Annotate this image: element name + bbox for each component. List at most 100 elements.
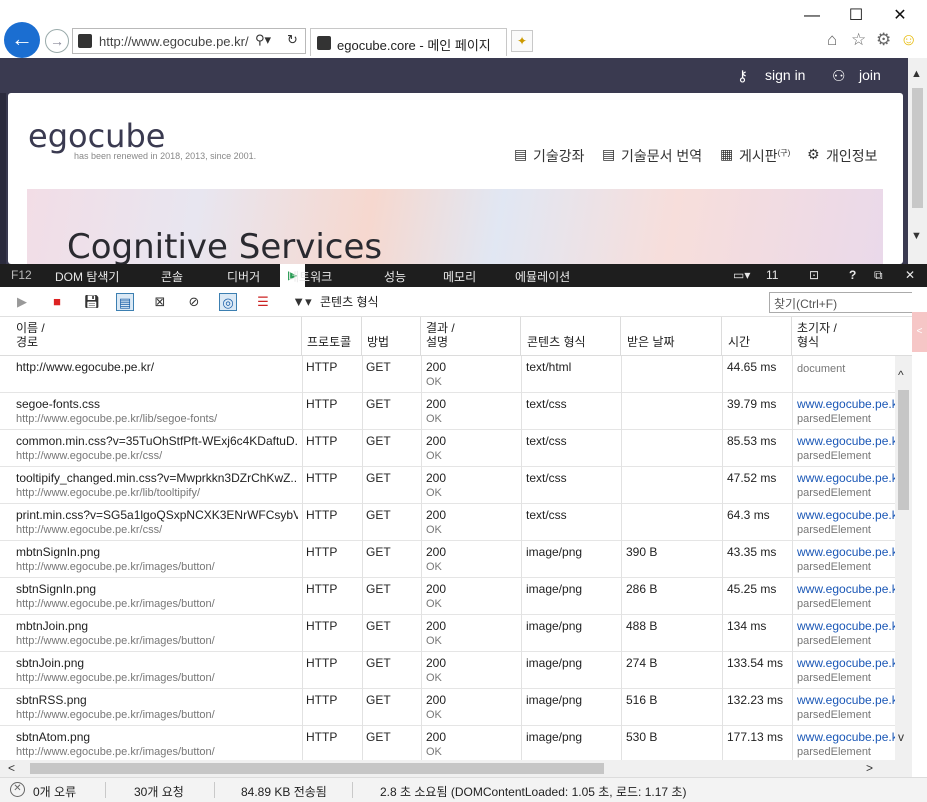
- column-divider: [421, 430, 422, 467]
- cell-initiator[interactable]: www.egocube.pe.k: [797, 508, 895, 522]
- tab-debugger[interactable]: 디버거: [227, 268, 260, 285]
- scroll-up-icon[interactable]: ▲: [911, 68, 922, 80]
- content-type-filter[interactable]: 콘텐츠 형식: [320, 293, 379, 310]
- browser-tab[interactable]: egocube.core - 메인 페이지: [310, 28, 507, 56]
- column-header-received[interactable]: 받은 날짜: [621, 317, 722, 356]
- console-toggle-icon[interactable]: ⊡: [809, 268, 819, 282]
- cell-initiator[interactable]: www.egocube.pe.k: [797, 619, 895, 633]
- table-row[interactable]: segoe-fonts.css http://www.egocube.pe.kr/…: [0, 393, 895, 430]
- cell-initiator[interactable]: www.egocube.pe.k: [797, 730, 895, 744]
- page-scrollbar[interactable]: ▲ ▼: [908, 58, 927, 264]
- table-row[interactable]: sbtnRSS.png http://www.egocube.pe.kr/imag…: [0, 689, 895, 726]
- tab-network[interactable]: 네트워크 ▶: [280, 264, 332, 287]
- list-scroll-up-icon[interactable]: ^: [898, 368, 904, 382]
- list-scroll-thumb[interactable]: [898, 390, 909, 510]
- table-row[interactable]: sbtnJoin.png http://www.egocube.pe.kr/ima…: [0, 652, 895, 689]
- table-row[interactable]: common.min.css?v=35TuOhStfPft-WExj6c4KDa…: [0, 430, 895, 467]
- table-row[interactable]: mbtnJoin.png http://www.egocube.pe.kr/ima…: [0, 615, 895, 652]
- help-icon[interactable]: ?: [849, 268, 856, 282]
- tab-emulation[interactable]: 에뮬레이션: [515, 268, 570, 285]
- menu-item-translations[interactable]: 기술문서 번역: [621, 146, 702, 166]
- column-header-protocol[interactable]: 프로토콜: [302, 317, 362, 356]
- column-divider: [302, 578, 303, 615]
- cell-initiator[interactable]: www.egocube.pe.k: [797, 434, 895, 448]
- tab-performance[interactable]: 성능: [384, 268, 406, 285]
- cell-initiator[interactable]: www.egocube.pe.k: [797, 471, 895, 485]
- emulation-device-icon[interactable]: ▭▾: [733, 268, 750, 282]
- address-bar[interactable]: http://www.egocube.pe.kr/ ⚲▾ ↻: [72, 28, 306, 54]
- table-row[interactable]: tooltipify_changed.min.css?v=Mwprkkn3DZr…: [0, 467, 895, 504]
- feedback-smiley-icon[interactable]: ☺: [900, 30, 917, 50]
- cell-desc: OK: [426, 598, 442, 610]
- clear-entries-icon[interactable]: ⊠: [151, 293, 169, 311]
- menu-item-board[interactable]: 게시판(구): [739, 146, 790, 166]
- signin-link[interactable]: sign in: [765, 67, 805, 83]
- find-input[interactable]: 찾기(Ctrl+F): [769, 292, 919, 313]
- always-refresh-icon[interactable]: ▤: [116, 293, 134, 311]
- join-link[interactable]: join: [859, 67, 881, 83]
- search-dropdown-icon[interactable]: ⚲▾: [255, 32, 271, 48]
- site-logo[interactable]: egocube: [28, 117, 165, 155]
- cell-protocol: HTTP: [306, 471, 338, 485]
- menu-item-tutorials[interactable]: 기술강좌: [533, 146, 585, 166]
- stop-profiling-icon[interactable]: ■: [48, 293, 66, 311]
- column-header-content-type[interactable]: 콘텐츠 형식: [521, 317, 621, 356]
- column-header-initiator[interactable]: 초기자 / 형식: [792, 317, 912, 356]
- column-header-name[interactable]: 이름 / 경로: [0, 317, 302, 356]
- address-url[interactable]: http://www.egocube.pe.kr/: [99, 34, 249, 49]
- horizontal-scrollbar[interactable]: < >: [0, 760, 912, 777]
- column-divider: [421, 578, 422, 615]
- cell-initiator[interactable]: www.egocube.pe.k: [797, 545, 895, 559]
- column-header-time[interactable]: 시간: [722, 317, 792, 356]
- settings-gear-icon[interactable]: ⚙: [876, 30, 891, 50]
- home-icon[interactable]: ⌂: [827, 30, 837, 50]
- devtools-tabbar: F12 DOM 탐색기 콘솔 디버거 네트워크 ▶ 성능 메모리 에뮬레이션 ▭…: [0, 264, 927, 287]
- scroll-down-icon[interactable]: ▼: [911, 230, 922, 242]
- column-header-method[interactable]: 방법: [362, 317, 421, 356]
- back-button[interactable]: ←: [4, 22, 40, 58]
- list-scroll-down-icon[interactable]: v: [898, 730, 904, 744]
- tab-memory[interactable]: 메모리: [443, 268, 476, 285]
- disable-cache-icon[interactable]: ◎: [219, 293, 237, 311]
- column-header-result[interactable]: 결과 / 설명: [421, 317, 521, 356]
- hero-banner[interactable]: Cognitive Services: [27, 189, 883, 267]
- tab-dom-explorer[interactable]: DOM 탐색기: [55, 268, 119, 285]
- export-har-icon[interactable]: 💾︎: [83, 293, 101, 311]
- new-tab-button[interactable]: ✦: [511, 30, 533, 52]
- column-divider: [421, 615, 422, 652]
- request-list-scrollbar[interactable]: ^ v: [895, 356, 912, 760]
- cell-initiator[interactable]: www.egocube.pe.k: [797, 397, 895, 411]
- forward-button[interactable]: →: [45, 29, 69, 53]
- page-scroll-thumb[interactable]: [912, 88, 923, 208]
- minimize-button[interactable]: —: [790, 4, 834, 28]
- cell-initiator[interactable]: www.egocube.pe.k: [797, 693, 895, 707]
- close-devtools-icon[interactable]: ✕: [905, 268, 915, 282]
- cell-result: 200: [426, 619, 447, 633]
- refresh-icon[interactable]: ↻: [287, 32, 298, 48]
- close-window-button[interactable]: ✕: [878, 4, 922, 28]
- filter-icon[interactable]: ▼▾: [289, 293, 315, 311]
- undock-icon[interactable]: ⧉: [874, 268, 883, 283]
- cell-initiator[interactable]: www.egocube.pe.k: [797, 582, 895, 596]
- maximize-button[interactable]: ☐: [834, 4, 878, 28]
- clear-cache-icon[interactable]: ⊘: [185, 293, 203, 311]
- scroll-left-icon[interactable]: <: [8, 761, 15, 775]
- details-collapse-icon[interactable]: <: [912, 312, 927, 352]
- table-row[interactable]: http://www.egocube.pe.kr/HTTP GET 200 OK tex…: [0, 356, 895, 393]
- menu-item-profile[interactable]: 개인정보: [826, 146, 878, 166]
- cell-initiator[interactable]: www.egocube.pe.k: [797, 656, 895, 670]
- scroll-right-icon[interactable]: >: [866, 761, 873, 775]
- table-row[interactable]: sbtnAtom.png http://www.egocube.pe.kr/ima…: [0, 726, 895, 760]
- horizontal-scroll-thumb[interactable]: [30, 763, 604, 774]
- network-request-list: http://www.egocube.pe.kr/HTTP GET 200 OK tex…: [0, 356, 895, 760]
- favorites-icon[interactable]: ☆: [851, 30, 866, 50]
- column-divider: [722, 541, 723, 578]
- start-profiling-icon[interactable]: ▶: [13, 293, 31, 311]
- table-row[interactable]: print.min.css?v=SG5a1lgoQSxpNCXK3ENrWFCs…: [0, 504, 895, 541]
- table-row[interactable]: mbtnSignIn.png http://www.egocube.pe.kr/i…: [0, 541, 895, 578]
- cell-result: 200: [426, 360, 447, 374]
- clear-session-icon[interactable]: ☰: [254, 293, 272, 311]
- cell-init_type: document: [797, 363, 846, 375]
- tab-console[interactable]: 콘솔: [161, 268, 183, 285]
- table-row[interactable]: sbtnSignIn.png http://www.egocube.pe.kr/i…: [0, 578, 895, 615]
